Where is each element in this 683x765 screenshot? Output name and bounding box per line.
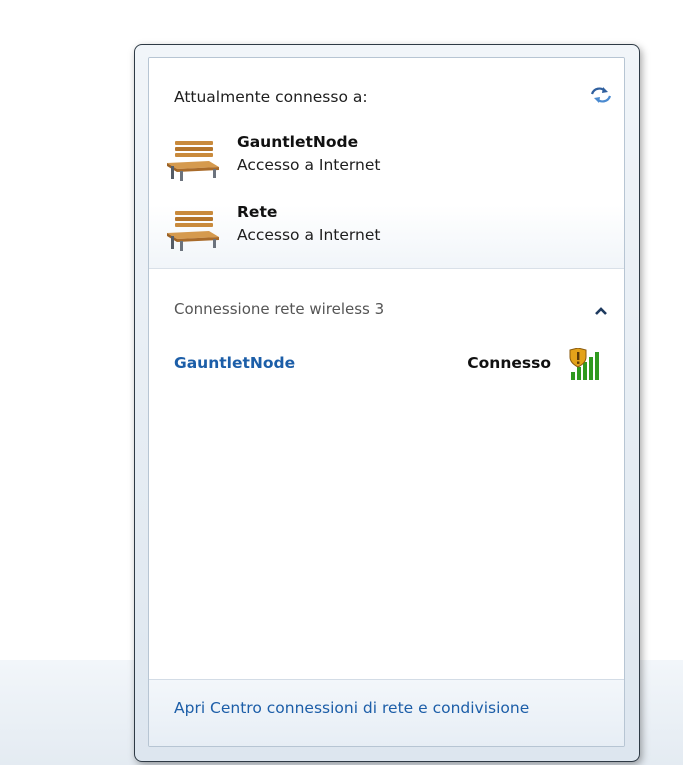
network-flyout: Attualmente connesso a: GauntletNode Acc… bbox=[134, 44, 640, 762]
bench-icon bbox=[167, 141, 219, 181]
refresh-arrows-icon[interactable] bbox=[588, 84, 614, 106]
network-name: GauntletNode bbox=[237, 133, 359, 151]
connected-network-item[interactable]: Rete Accesso a Internet bbox=[163, 201, 463, 257]
flyout-footer: Apri Centro connessioni di rete e condiv… bbox=[149, 679, 624, 746]
wireless-network-name[interactable]: GauntletNode bbox=[174, 354, 295, 372]
connected-section: Attualmente connesso a: GauntletNode Acc… bbox=[149, 58, 624, 269]
bench-icon bbox=[167, 211, 219, 251]
connected-network-item[interactable]: GauntletNode Accesso a Internet bbox=[163, 131, 463, 187]
wireless-network-row[interactable]: GauntletNode Connesso bbox=[163, 348, 611, 382]
network-access-status: Accesso a Internet bbox=[237, 156, 381, 174]
wireless-connection-header[interactable]: Connessione rete wireless 3 bbox=[174, 300, 384, 318]
network-sharing-center-link[interactable]: Apri Centro connessioni di rete e condiv… bbox=[174, 699, 529, 717]
chevron-up-icon[interactable] bbox=[592, 304, 610, 318]
wifi-signal-shield-icon bbox=[569, 348, 599, 380]
wireless-connection-status: Connesso bbox=[467, 354, 551, 372]
connected-heading: Attualmente connesso a: bbox=[174, 88, 368, 106]
flyout-panel: Attualmente connesso a: GauntletNode Acc… bbox=[148, 57, 625, 747]
network-access-status: Accesso a Internet bbox=[237, 226, 381, 244]
network-name: Rete bbox=[237, 203, 278, 221]
